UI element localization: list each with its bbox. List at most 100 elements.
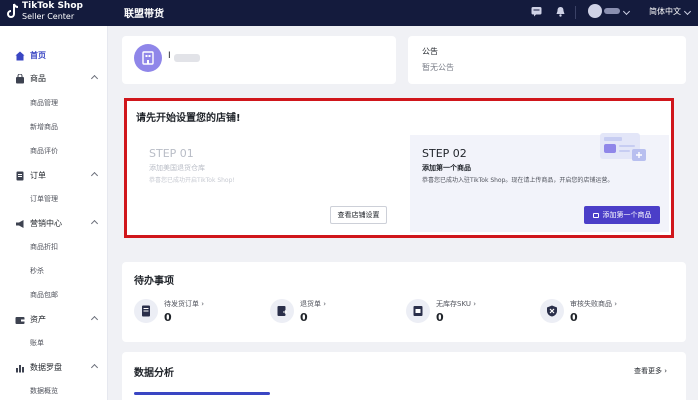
step-description: 恭喜您已成功入驻TikTok Shop。现在请上传商品，开启您的店铺运营。 [422,177,614,184]
sidebar-item-label: 商品 [30,74,46,83]
todo-label: 审核失败商品 › [570,300,618,308]
sidebar-item-orders[interactable]: 订单 [0,166,108,186]
chevron-up-icon [90,363,99,372]
avatar[interactable] [588,4,602,18]
shop-name-redacted [174,54,200,62]
sidebar-item-free-shipping[interactable]: 商品包邮 [0,286,108,306]
sidebar-item-label: 首页 [30,51,46,60]
chevron-up-icon [90,74,99,83]
sidebar-item-product-reviews[interactable]: 商品评价 [0,142,108,162]
shop-name[interactable]: I [168,51,171,61]
view-more-link[interactable]: 查看更多 › [634,366,667,376]
review-failed-icon [540,299,564,323]
nav-title[interactable]: 联盟带货 [124,5,164,20]
stock-icon [406,299,430,323]
sidebar-item-flash-sale[interactable]: 秒杀 [0,262,108,282]
todo-item-out-of-stock-sku[interactable]: 无库存SKU › 0 [406,297,536,331]
sidebar-item-label: 新增商品 [30,123,58,131]
logo-line1: TikTok Shop [22,1,83,11]
sidebar-item-label: 数据概览 [30,387,58,395]
message-icon[interactable] [531,6,542,17]
shop-card: I [122,36,396,84]
add-first-product-button[interactable]: 添加第一个商品 [584,206,660,224]
sidebar-item-data-compass[interactable]: 数据罗盘 [0,358,108,378]
logo-line2: Seller Center [22,12,75,21]
bell-icon[interactable] [555,6,566,17]
sidebar-item-label: 账单 [30,339,44,347]
sidebar-item-data-overview[interactable]: 数据概览 [0,382,108,400]
sidebar-item-order-management[interactable]: 订单管理 [0,190,108,210]
sidebar-item-assets[interactable]: 资产 [0,310,108,330]
box-icon [592,212,599,218]
account-chevron-down-icon[interactable] [622,7,631,16]
account-name-redacted [604,8,620,14]
sidebar-item-products[interactable]: 商品 [0,69,108,89]
sidebar-item-label: 秒杀 [30,267,44,275]
notice-title: 公告 [422,47,438,56]
notice-card: 公告 暂无公告 [408,36,686,84]
sidebar-item-product-management[interactable]: 商品管理 [0,94,108,114]
shop-avatar[interactable] [134,44,162,72]
button-label: 添加第一个商品 [602,211,652,219]
sidebar-item-label: 商品评价 [30,147,58,155]
todo-item-returns[interactable]: 退货单 › 0 [270,297,400,331]
sidebar-item-add-product[interactable]: 新增商品 [0,118,108,138]
todo-label: 待发货订单 › [164,300,205,308]
step-heading: 添加第一个商品 [422,164,471,172]
topbar-divider [575,6,576,19]
sidebar-item-label: 营销中心 [30,219,62,228]
todo-card: 待办事项 待发货订单 › 0 退货单 › 0 无库存SKU › 0 审核失败商品… [122,262,686,342]
sidebar-item-home[interactable]: 首页 [0,46,108,66]
bag-icon [16,74,24,84]
sidebar-item-label: 订单 [30,171,46,180]
language-chevron-down-icon[interactable] [683,7,692,16]
sidebar: 首页 商品 商品管理 新增商品 商品评价 订单 订单管理 营销中心 商品折扣 秒… [0,26,108,400]
home-icon [15,51,25,61]
step-number: STEP 01 [149,147,194,160]
top-bar: TikTok Shop Seller Center 联盟带货 简体中文 [0,0,698,26]
order-icon [16,171,24,181]
notice-empty-text: 暂无公告 [422,63,454,72]
sidebar-item-label: 商品管理 [30,99,58,107]
todo-title: 待办事项 [134,276,174,287]
todo-label: 无库存SKU › [436,300,476,308]
sidebar-item-label: 订单管理 [30,195,58,203]
todo-item-review-failed[interactable]: 审核失败商品 › 0 [540,297,670,331]
todo-count: 0 [436,311,444,324]
shop-building-icon [142,51,154,65]
language-selector[interactable]: 简体中文 [649,6,681,17]
todo-count: 0 [570,311,578,324]
sidebar-item-label: 数据罗盘 [30,363,62,372]
chevron-up-icon [90,315,99,324]
sidebar-item-product-discount[interactable]: 商品折扣 [0,238,108,258]
step-description: 恭喜您已成功开启TikTok Shop! [149,177,235,184]
sidebar-item-label: 资产 [30,315,46,324]
chart-icon [16,365,24,373]
analysis-title: 数据分析 [134,368,174,379]
step-number: STEP 02 [422,147,467,160]
product-illustration-icon [600,133,646,161]
megaphone-icon [16,220,24,228]
tiktok-shop-logo[interactable]: TikTok Shop Seller Center [6,1,102,25]
analysis-tab-indicator[interactable] [134,392,270,395]
view-store-settings-button[interactable]: 查看店铺设置 [330,206,387,224]
chevron-up-icon [90,171,99,180]
setup-step-1: STEP 01 添加美国退货仓库 恭喜您已成功开启TikTok Shop! 查看… [137,135,399,227]
data-analysis-card: 数据分析 查看更多 › [122,352,686,400]
order-doc-icon [134,299,158,323]
todo-count: 0 [164,311,172,324]
setup-step-2: STEP 02 添加第一个商品 恭喜您已成功入驻TikTok Shop。现在请上… [410,133,669,232]
todo-count: 0 [300,311,308,324]
chevron-up-icon [90,219,99,228]
sidebar-item-label: 商品包邮 [30,291,58,299]
tiktok-logo-icon [7,3,19,18]
todo-item-pending-shipment[interactable]: 待发货订单 › 0 [134,297,264,331]
return-icon [270,299,294,323]
step-heading: 添加美国退货仓库 [149,164,205,172]
sidebar-item-marketing[interactable]: 营销中心 [0,214,108,234]
sidebar-item-bills[interactable]: 账单 [0,334,108,354]
setup-title: 请先开始设置您的店铺! [136,113,241,124]
store-setup-panel: 请先开始设置您的店铺! STEP 01 添加美国退货仓库 恭喜您已成功开启Tik… [124,98,674,238]
wallet-icon [15,317,25,324]
sidebar-item-label: 商品折扣 [30,243,58,251]
